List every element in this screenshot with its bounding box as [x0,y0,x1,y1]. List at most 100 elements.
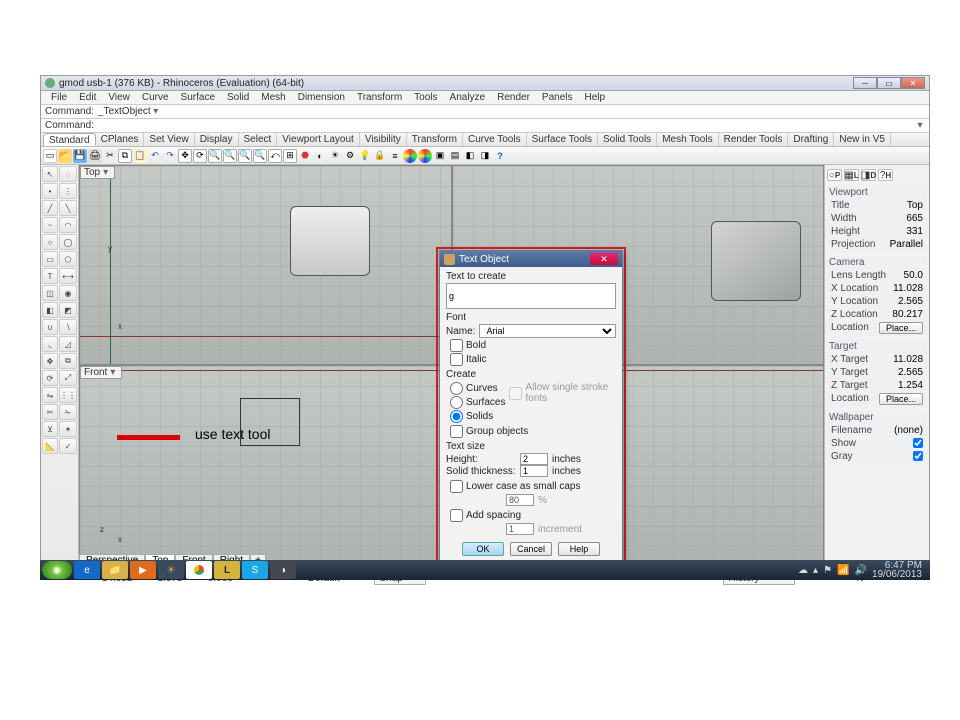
menu-transform[interactable]: Transform [351,91,408,104]
dropdown-icon[interactable]: ▾ [110,367,115,378]
dropdown-icon[interactable]: ▾ [103,167,108,178]
open-icon[interactable]: 📂 [58,149,72,163]
command-input[interactable] [98,120,915,131]
boolean-icon[interactable]: ∪ [42,319,58,335]
tray-cloud-icon[interactable]: ☁ [798,565,808,576]
cut-icon[interactable]: ✂ [103,149,117,163]
copy2-icon[interactable]: ⧉ [59,353,77,369]
mirror-icon[interactable]: ⇋ [42,387,58,403]
fillet-icon[interactable]: ◟ [42,336,58,352]
help-icon[interactable]: ? [493,149,507,163]
menu-curve[interactable]: Curve [136,91,175,104]
rectangle-icon[interactable]: ▭ [42,251,58,267]
analyze-icon[interactable]: 📐 [42,438,58,454]
point-icon[interactable]: • [42,183,58,199]
solid-thickness-input[interactable] [520,465,548,477]
place-target-button[interactable]: Place... [879,393,923,405]
tray-flag-icon[interactable]: ⚑ [823,565,832,576]
hide-icon[interactable]: 💡 [358,149,372,163]
curves-radio[interactable] [450,382,463,395]
clock[interactable]: 6:47 PM 19/06/2013 [872,561,922,579]
menu-tools[interactable]: Tools [408,91,443,104]
menu-dimension[interactable]: Dimension [292,91,351,104]
set-cplane-icon[interactable]: ⬣ [298,149,312,163]
viewport-top[interactable]: Top▾ y x [79,165,452,365]
height-input[interactable] [520,453,548,465]
join-icon[interactable]: ⊻ [42,421,58,437]
menu-file[interactable]: File [45,91,73,104]
points-icon[interactable]: ⋮ [59,183,77,199]
taskbar-chrome-icon[interactable] [186,561,212,579]
revolve-icon[interactable]: ◉ [59,285,77,301]
menu-analyze[interactable]: Analyze [444,91,492,104]
wallpaper-show-checkbox[interactable] [913,438,923,448]
place-camera-button[interactable]: Place... [879,322,923,334]
wallpaper-gray-checkbox[interactable] [913,451,923,461]
proptab-h[interactable]: ? H [878,169,893,181]
shade-icon[interactable]: ◐ [313,149,327,163]
bold-checkbox[interactable] [450,339,463,352]
object-icon[interactable] [418,149,432,163]
start-button[interactable]: ◉ [42,561,72,579]
taskbar-steam-icon[interactable]: ◑ [270,561,296,579]
undo-view-icon[interactable]: ⤺ [268,149,282,163]
zoom-icon[interactable]: 🔍 [208,149,222,163]
model-persp[interactable] [711,221,801,301]
lock-icon[interactable]: 🔒 [373,149,387,163]
tab-select[interactable]: Select [239,133,278,146]
ellipse-icon[interactable]: ◯ [59,234,77,250]
tab-cplanes[interactable]: CPlanes [96,133,145,146]
menu-help[interactable]: Help [579,91,612,104]
menu-surface[interactable]: Surface [175,91,221,104]
taskbar-skype-icon[interactable]: S [242,561,268,579]
solid-icon[interactable]: ◩ [59,302,77,318]
tray-net-icon[interactable]: 📶 [837,565,849,576]
minimize-button[interactable]: ─ [853,77,877,89]
tab-render-tools[interactable]: Render Tools [719,133,789,146]
layers-icon[interactable]: ≡ [388,149,402,163]
sel-icon[interactable]: ▤ [448,149,462,163]
zoom-window-icon[interactable]: 🔍 [253,149,267,163]
misc-icon-1[interactable]: ◧ [463,149,477,163]
menu-mesh[interactable]: Mesh [255,91,291,104]
surfaces-radio[interactable] [450,396,463,409]
tab-display[interactable]: Display [195,133,239,146]
tab-mesh-tools[interactable]: Mesh Tools [657,133,718,146]
circle-icon[interactable]: ○ [42,234,58,250]
print-icon[interactable]: 🖨 [88,149,102,163]
lowercase-checkbox[interactable] [450,480,463,493]
history-chevron-icon[interactable]: ▾ [151,106,161,117]
menu-solid[interactable]: Solid [221,91,255,104]
menu-render[interactable]: Render [491,91,536,104]
italic-checkbox[interactable] [450,353,463,366]
extrude-icon[interactable]: ◫ [42,285,58,301]
options-icon[interactable]: ⚙ [343,149,357,163]
taskbar-explorer-icon[interactable]: 📁 [102,561,128,579]
explode-icon[interactable]: ✶ [59,421,77,437]
paste-icon[interactable]: 📋 [133,149,147,163]
polygon-icon[interactable]: ⬠ [59,251,77,267]
dialog-titlebar[interactable]: Text Object ✕ [440,251,622,267]
proptab-l[interactable]: ▦ L [844,169,859,181]
tab-visibility[interactable]: Visibility [360,133,407,146]
menu-panels[interactable]: Panels [536,91,579,104]
group-objects-checkbox[interactable] [450,425,463,438]
taskbar-ie-icon[interactable]: e [74,561,100,579]
zoom-extents-icon[interactable]: 🔍 [223,149,237,163]
proptab-d[interactable]: ◨ D [861,169,876,181]
tab-setview[interactable]: Set View [144,133,194,146]
undo-icon[interactable]: ↶ [148,149,162,163]
filter-icon[interactable]: ▣ [433,149,447,163]
arc-icon[interactable]: ◠ [59,217,77,233]
render-icon[interactable]: ☀ [328,149,342,163]
polyline-icon[interactable]: ╲ [59,200,77,216]
array-icon[interactable]: ⋮⋮ [59,387,77,403]
new-icon[interactable]: ▭ [43,149,57,163]
viewport-label-front[interactable]: Front▾ [80,366,122,379]
tab-drafting[interactable]: Drafting [788,133,834,146]
font-name-select[interactable]: Arial [479,324,616,338]
lasso-icon[interactable]: ◌ [59,166,77,182]
cancel-button[interactable]: Cancel [510,542,552,556]
tab-newv5[interactable]: New in V5 [834,133,891,146]
tray-chevron-icon[interactable]: ▴ [813,565,818,576]
